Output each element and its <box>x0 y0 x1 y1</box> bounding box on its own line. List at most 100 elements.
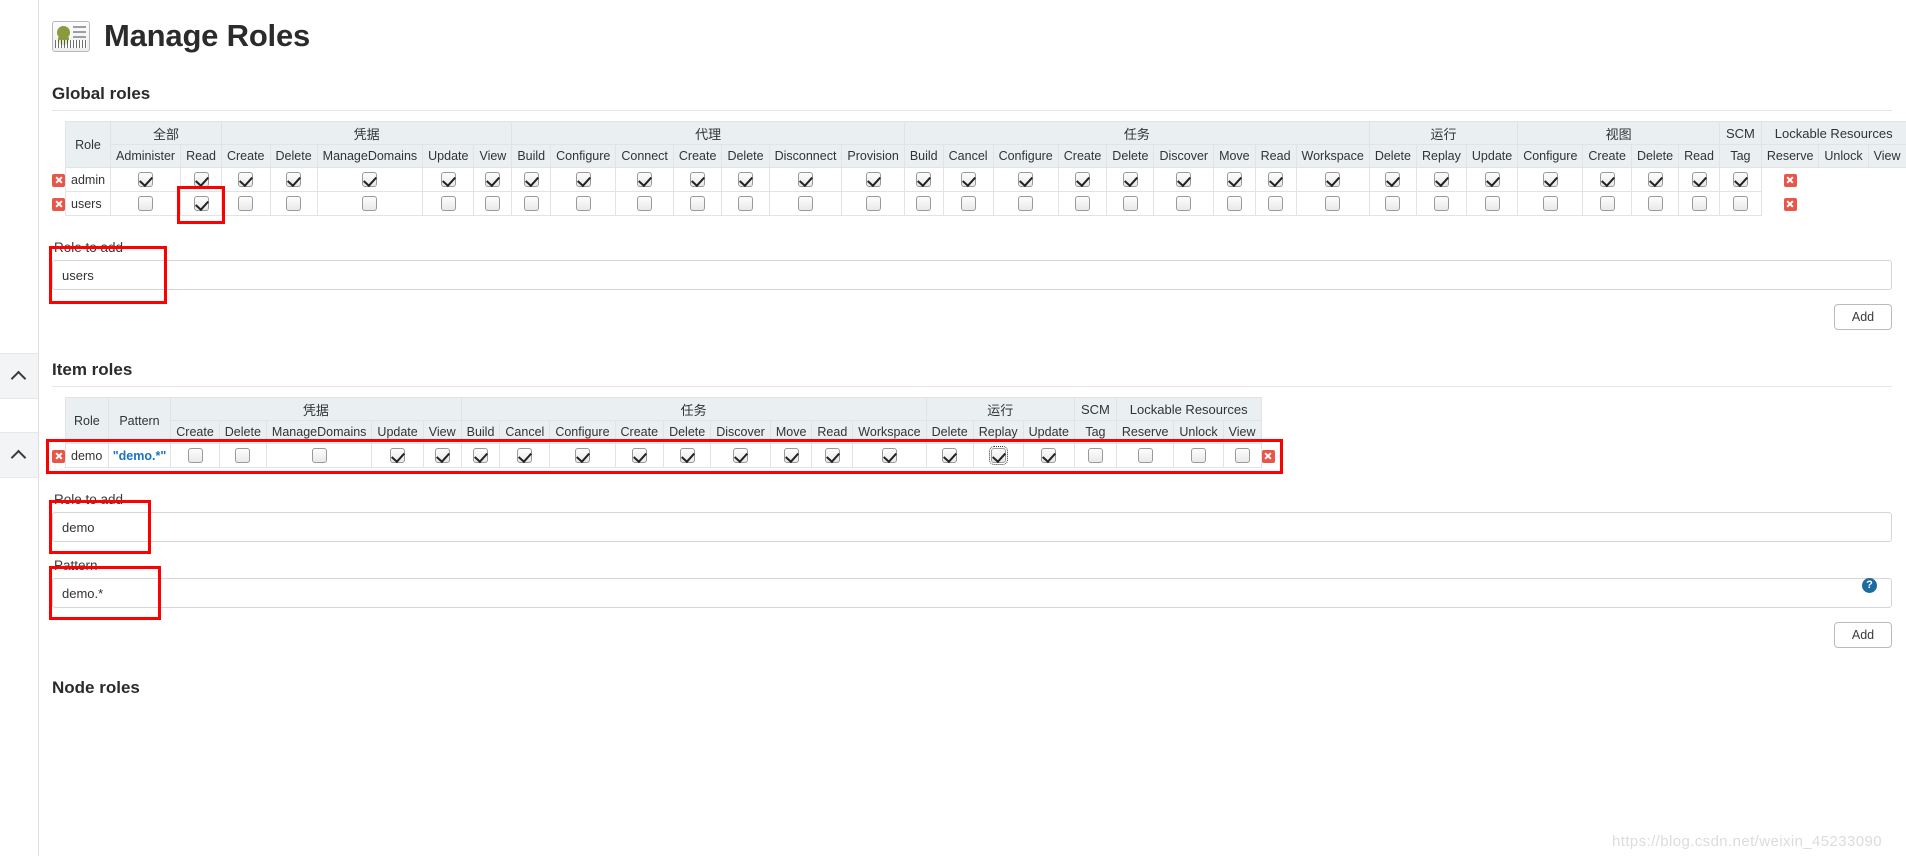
permission-checkbox[interactable] <box>798 196 813 212</box>
permission-checkbox[interactable] <box>783 448 799 464</box>
table-spacer <box>52 398 66 444</box>
permission-checkbox[interactable] <box>1599 172 1615 188</box>
delete-role-icon[interactable] <box>52 449 65 463</box>
permission-checkbox[interactable] <box>1691 196 1707 212</box>
permission-checkbox[interactable] <box>738 172 753 188</box>
permission-checkbox[interactable] <box>286 196 302 212</box>
permission-checkbox[interactable] <box>1325 172 1341 188</box>
global-add-button[interactable]: Add <box>1834 304 1892 330</box>
permission-checkbox[interactable] <box>679 448 695 464</box>
item-add-button[interactable]: Add <box>1834 622 1892 648</box>
permission-checkbox[interactable] <box>485 172 501 188</box>
permission-checkbox[interactable] <box>362 196 378 212</box>
permission-checkbox[interactable] <box>311 448 327 464</box>
permission-checkbox[interactable] <box>690 196 706 212</box>
permission-checkbox[interactable] <box>1647 172 1663 188</box>
collapse-chevron-2[interactable] <box>0 432 38 478</box>
permission-cell <box>269 191 318 216</box>
permission-checkbox[interactable] <box>1385 196 1401 212</box>
permission-checkbox[interactable] <box>1484 196 1500 212</box>
permission-checkbox[interactable] <box>1542 196 1558 212</box>
permission-checkbox[interactable] <box>1041 448 1057 464</box>
permission-checkbox[interactable] <box>1433 196 1449 212</box>
permission-checkbox[interactable] <box>523 172 539 188</box>
permission-checkbox[interactable] <box>916 196 932 212</box>
permission-checkbox[interactable] <box>1433 172 1449 188</box>
permission-checkbox[interactable] <box>1732 196 1748 212</box>
permission-checkbox[interactable] <box>733 448 749 464</box>
permission-checkbox[interactable] <box>1176 172 1192 188</box>
permission-checkbox[interactable] <box>865 172 881 188</box>
permission-checkbox[interactable] <box>238 172 254 188</box>
permission-checkbox[interactable] <box>440 196 456 212</box>
permission-checkbox[interactable] <box>1176 196 1192 212</box>
permission-checkbox[interactable] <box>1599 196 1615 212</box>
permission-checkbox[interactable] <box>1234 448 1250 464</box>
item-role-to-add-input[interactable] <box>52 512 1892 542</box>
permission-checkbox[interactable] <box>865 196 881 212</box>
permission-checkbox[interactable] <box>637 172 653 188</box>
permission-checkbox[interactable] <box>1122 196 1138 212</box>
permission-checkbox[interactable] <box>1484 172 1500 188</box>
collapse-chevron-1[interactable] <box>0 353 38 399</box>
permission-checkbox[interactable] <box>916 172 932 188</box>
permission-checkbox[interactable] <box>1018 172 1034 188</box>
permission-checkbox[interactable] <box>362 172 378 188</box>
permission-checkbox[interactable] <box>138 172 154 188</box>
help-icon[interactable]: ? <box>1862 578 1877 593</box>
permission-checkbox[interactable] <box>1122 172 1138 188</box>
permission-checkbox[interactable] <box>988 446 1008 466</box>
permission-checkbox[interactable] <box>1018 196 1034 212</box>
permission-checkbox[interactable] <box>1087 448 1103 464</box>
permission-checkbox[interactable] <box>235 448 251 464</box>
permission-checkbox[interactable] <box>1226 172 1242 188</box>
permission-checkbox[interactable] <box>517 448 533 464</box>
permission-checkbox[interactable] <box>631 448 647 464</box>
permission-checkbox[interactable] <box>485 196 501 212</box>
permission-checkbox[interactable] <box>960 172 976 188</box>
permission-checkbox[interactable] <box>1191 448 1207 464</box>
permission-checkbox[interactable] <box>1691 172 1707 188</box>
permission-checkbox[interactable] <box>881 448 897 464</box>
permission-checkbox[interactable] <box>1647 196 1663 212</box>
permission-checkbox[interactable] <box>1075 196 1091 212</box>
permission-checkbox[interactable] <box>1268 172 1284 188</box>
permission-checkbox[interactable] <box>390 448 406 464</box>
permission-checkbox[interactable] <box>1732 172 1748 188</box>
permission-checkbox[interactable] <box>574 448 590 464</box>
delete-role-icon[interactable] <box>1783 173 1797 187</box>
permission-checkbox[interactable] <box>434 448 450 464</box>
permission-checkbox[interactable] <box>575 172 591 188</box>
permission-checkbox[interactable] <box>523 196 539 212</box>
permission-checkbox[interactable] <box>187 448 203 464</box>
permission-checkbox[interactable] <box>1137 448 1153 464</box>
item-pattern-input[interactable] <box>52 578 1892 608</box>
permission-checkbox[interactable] <box>1226 196 1242 212</box>
permission-checkbox[interactable] <box>1268 196 1284 212</box>
permission-checkbox[interactable] <box>798 172 813 188</box>
delete-role-icon[interactable] <box>52 173 65 187</box>
permission-checkbox[interactable] <box>473 448 488 464</box>
delete-role-icon[interactable] <box>1261 449 1275 463</box>
permission-checkbox[interactable] <box>193 172 209 188</box>
permission-checkbox[interactable] <box>690 172 706 188</box>
permission-checkbox[interactable] <box>193 196 209 212</box>
permission-checkbox[interactable] <box>238 196 254 212</box>
permission-checkbox[interactable] <box>1325 196 1341 212</box>
permission-checkbox[interactable] <box>637 196 653 212</box>
permission-cell <box>1295 191 1370 216</box>
permission-checkbox[interactable] <box>942 448 958 464</box>
permission-checkbox[interactable] <box>824 448 840 464</box>
permission-checkbox[interactable] <box>138 196 154 212</box>
permission-checkbox[interactable] <box>575 196 591 212</box>
delete-role-icon[interactable] <box>1783 197 1797 211</box>
permission-checkbox[interactable] <box>738 196 753 212</box>
permission-checkbox[interactable] <box>286 172 302 188</box>
delete-role-icon[interactable] <box>52 197 65 211</box>
permission-checkbox[interactable] <box>440 172 456 188</box>
permission-checkbox[interactable] <box>1075 172 1091 188</box>
permission-checkbox[interactable] <box>960 196 976 212</box>
permission-checkbox[interactable] <box>1542 172 1558 188</box>
global-role-to-add-input[interactable] <box>52 260 1892 290</box>
permission-checkbox[interactable] <box>1385 172 1401 188</box>
